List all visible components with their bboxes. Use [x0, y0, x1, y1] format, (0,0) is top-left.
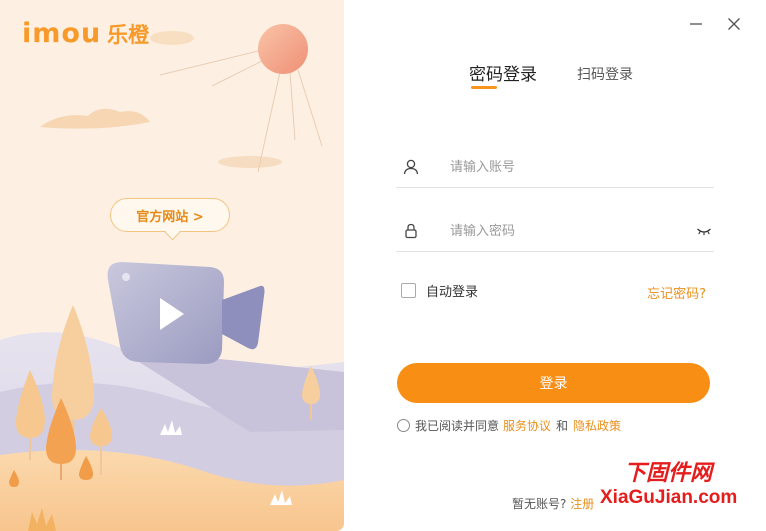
illustration-scene	[0, 24, 344, 531]
tab-label: 扫码登录	[577, 67, 633, 83]
forgot-password-link[interactable]: 忘记密码?	[647, 283, 706, 302]
minimize-icon	[690, 23, 702, 25]
auto-login-label: 自动登录	[426, 285, 479, 300]
cloud	[40, 108, 150, 129]
auto-login-option[interactable]: 自动登录	[401, 281, 478, 300]
password-field	[396, 211, 714, 252]
brand-logo: imou 乐橙	[22, 18, 149, 49]
close-button[interactable]	[724, 14, 744, 34]
signup-row: 暂无账号? 注册	[512, 495, 594, 512]
user-icon	[403, 159, 419, 175]
close-icon	[728, 18, 740, 30]
video-camera-illustration	[107, 262, 265, 364]
cloud	[150, 31, 194, 45]
brand-latin-text: imou	[22, 18, 102, 49]
eye-closed-icon[interactable]	[696, 223, 712, 239]
tab-password-login[interactable]: 密码登录	[469, 60, 537, 89]
minimize-button[interactable]	[686, 14, 706, 34]
agreement-radio[interactable]	[397, 419, 410, 432]
lock-icon	[405, 223, 417, 239]
agreement-prefix: 我已阅读并同意	[415, 419, 500, 433]
auto-login-checkbox[interactable]	[401, 283, 416, 298]
illustration-panel: imou 乐橙 官方网站 >	[0, 0, 344, 531]
sun	[258, 24, 308, 74]
login-panel: 密码登录 扫码登录 自动登录 忘记密码? 登录	[344, 0, 766, 531]
tab-label: 密码登录	[469, 65, 537, 85]
agreement-row: 我已阅读并同意 服务协议 和 隐私政策	[397, 417, 621, 434]
tab-qrcode-login[interactable]: 扫码登录	[577, 64, 633, 84]
login-button[interactable]: 登录	[397, 363, 710, 403]
password-input[interactable]	[448, 222, 672, 240]
account-input[interactable]	[448, 158, 672, 176]
signup-link[interactable]: 注册	[570, 497, 594, 511]
terms-link[interactable]: 服务协议	[503, 417, 551, 434]
agreement-and: 和	[556, 419, 569, 433]
official-site-button[interactable]: 官方网站 >	[110, 198, 230, 232]
account-field	[396, 147, 714, 188]
active-tab-indicator	[471, 86, 497, 89]
window-controls	[686, 14, 744, 34]
brand-chinese-text: 乐橙	[107, 22, 150, 47]
signup-prompt: 暂无账号?	[512, 497, 567, 511]
login-tabs: 密码登录 扫码登录	[469, 60, 633, 89]
cloud	[218, 156, 282, 168]
privacy-link[interactable]: 隐私政策	[573, 417, 621, 434]
